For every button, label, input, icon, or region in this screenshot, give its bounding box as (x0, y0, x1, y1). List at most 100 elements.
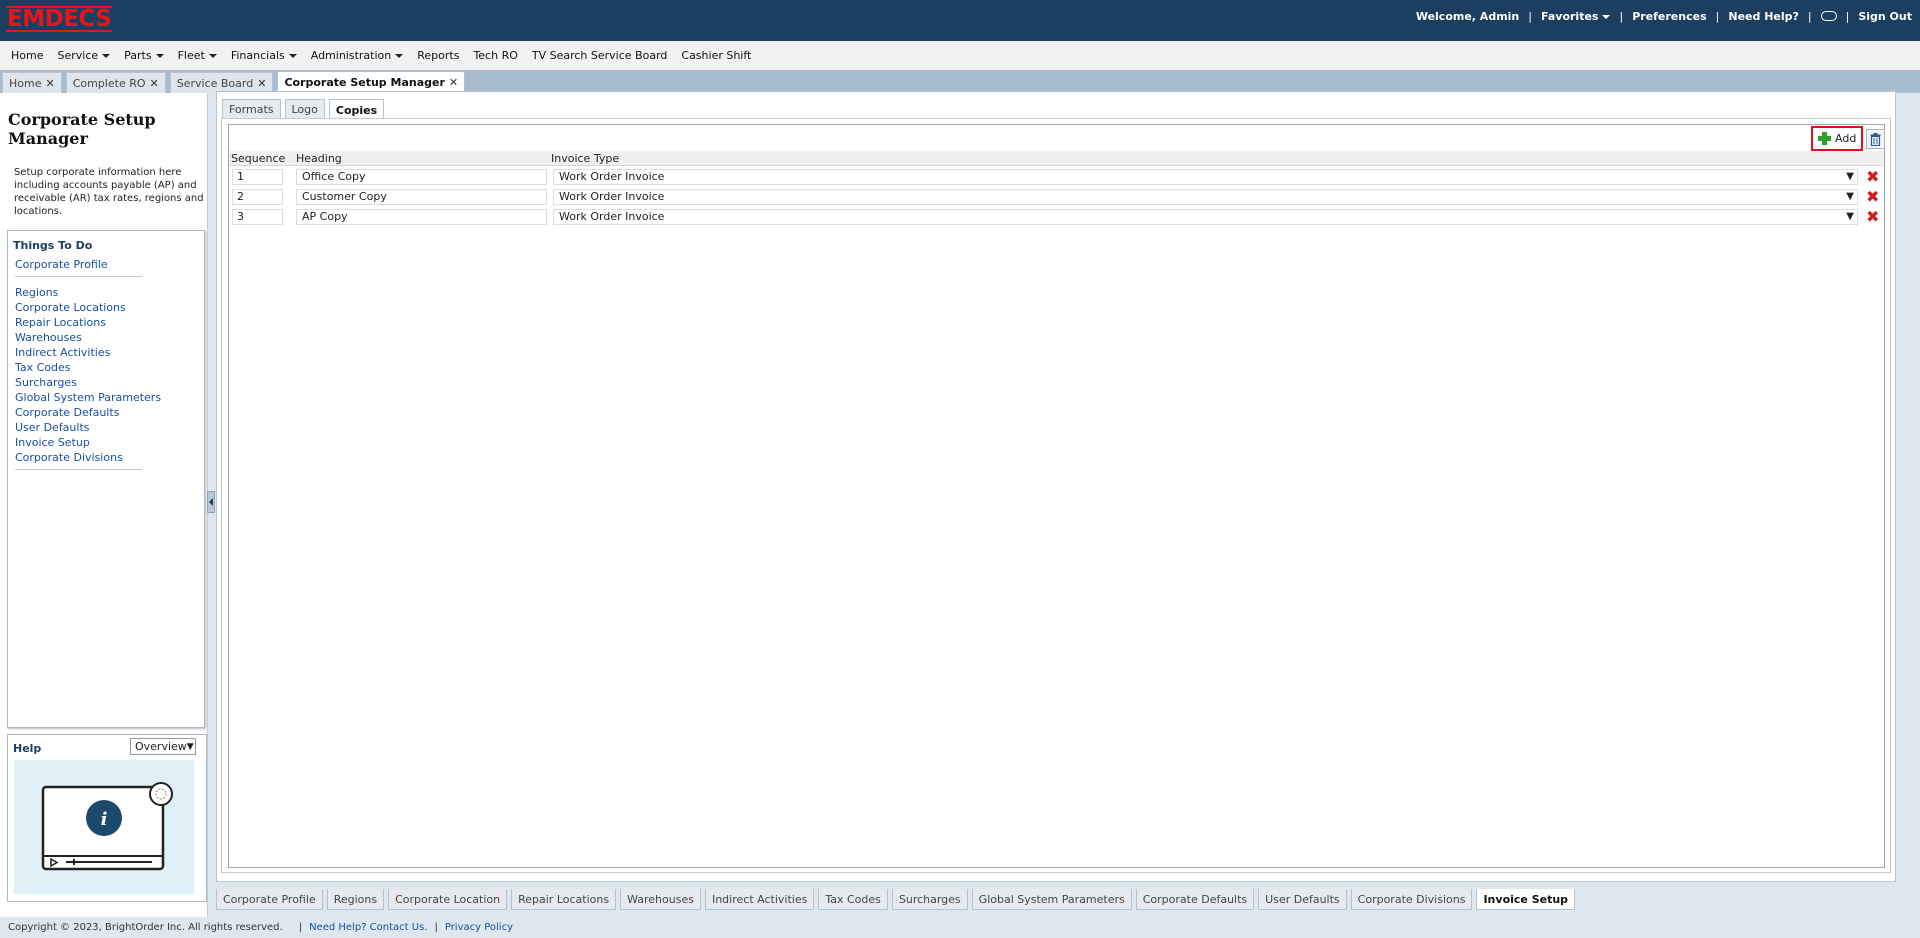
link-regions[interactable]: Regions (15, 285, 145, 300)
chevron-down-icon (288, 54, 297, 58)
bottom-tab-tax-codes[interactable]: Tax Codes (818, 889, 888, 910)
collapse-panel-handle[interactable] (207, 491, 215, 513)
column-header-invoice-type[interactable]: Invoice Type (551, 152, 619, 165)
copies-panel: Add Sequence Heading Invoice Type 1 Offi… (221, 118, 1891, 873)
tab-corporate-setup-manager[interactable]: Corporate Setup Manager ✕ (277, 71, 466, 93)
sign-out-link[interactable]: Sign Out (1858, 10, 1912, 23)
link-global-system-parameters[interactable]: Global System Parameters (15, 390, 161, 405)
bottom-tab-corporate-location[interactable]: Corporate Location (388, 889, 508, 910)
bottom-tab-user-defaults[interactable]: User Defaults (1258, 889, 1347, 910)
close-icon[interactable]: ✕ (449, 76, 458, 89)
chevron-down-icon (102, 54, 111, 58)
column-header-sequence[interactable]: Sequence (231, 152, 285, 165)
delete-row-icon[interactable]: ✖ (1866, 169, 1882, 185)
heading-input[interactable]: Customer Copy (296, 189, 547, 205)
bottom-tab-warehouses[interactable]: Warehouses (620, 889, 701, 910)
delete-row-icon[interactable]: ✖ (1866, 189, 1882, 205)
link-warehouses[interactable]: Warehouses (15, 330, 145, 345)
main-menu-bar: Home Service Parts Fleet Financials Admi… (0, 41, 1920, 70)
sequence-input[interactable]: 2 (232, 189, 283, 205)
menu-tech-ro[interactable]: Tech RO (466, 49, 524, 62)
menu-home[interactable]: Home (4, 49, 50, 62)
bottom-tab-indirect-activities[interactable]: Indirect Activities (704, 889, 815, 910)
need-help-link[interactable]: Need Help? (1728, 10, 1799, 23)
tab-logo[interactable]: Logo (284, 99, 325, 119)
separator: | (434, 922, 438, 933)
invoice-type-select[interactable]: Work Order Invoice ▼ (553, 169, 1858, 185)
link-invoice-setup[interactable]: Invoice Setup (15, 435, 145, 450)
tab-complete-ro[interactable]: Complete RO ✕ (65, 72, 166, 93)
link-indirect-activities[interactable]: Indirect Activities (15, 345, 145, 360)
menu-tv-search-service-board[interactable]: TV Search Service Board (525, 49, 675, 62)
bottom-tabs: Corporate Profile Regions Corporate Loca… (216, 889, 1579, 910)
heading-input[interactable]: Office Copy (296, 169, 547, 185)
chevron-down-icon (395, 54, 404, 58)
chevron-down-icon (1602, 14, 1611, 19)
chevron-down-icon: ▼ (1846, 211, 1854, 222)
favorites-label: Favorites (1540, 9, 1599, 23)
bottom-tab-corporate-divisions[interactable]: Corporate Divisions (1350, 889, 1473, 910)
help-topic-select[interactable]: Overview ▼ (130, 738, 196, 755)
link-repair-locations[interactable]: Repair Locations (15, 315, 145, 330)
separator: | (1807, 9, 1812, 23)
bottom-tab-corporate-defaults[interactable]: Corporate Defaults (1135, 889, 1255, 910)
bottom-tab-invoice-setup[interactable]: Invoice Setup (1476, 889, 1576, 910)
column-header-heading[interactable]: Heading (296, 152, 342, 165)
close-icon[interactable]: ✕ (257, 77, 266, 90)
link-corporate-profile[interactable]: Corporate Profile (15, 257, 145, 272)
trash-icon (1870, 132, 1881, 146)
bottom-tab-regions[interactable]: Regions (326, 889, 385, 910)
favorites-menu[interactable]: Favorites (1540, 9, 1611, 23)
delete-all-button[interactable] (1866, 129, 1885, 149)
sequence-input[interactable]: 1 (232, 169, 283, 185)
tab-home[interactable]: Home ✕ (2, 72, 62, 93)
bottom-tab-global-system-parameters[interactable]: Global System Parameters (971, 889, 1132, 910)
chat-icon[interactable] (1820, 11, 1837, 21)
separator: | (1619, 9, 1624, 23)
menu-financials[interactable]: Financials (224, 49, 304, 62)
tab-copies[interactable]: Copies (328, 99, 385, 120)
link-corporate-defaults[interactable]: Corporate Defaults (15, 405, 145, 420)
help-video-illustration[interactable]: i (14, 760, 194, 894)
close-icon[interactable]: ✕ (150, 77, 159, 90)
bottom-tab-corporate-profile[interactable]: Corporate Profile (216, 889, 323, 910)
link-user-defaults[interactable]: User Defaults (15, 420, 145, 435)
plus-icon (1818, 132, 1831, 145)
link-surcharges[interactable]: Surcharges (15, 375, 145, 390)
menu-label: Cashier Shift (681, 49, 752, 62)
delete-row-icon[interactable]: ✖ (1866, 209, 1882, 225)
tab-service-board[interactable]: Service Board ✕ (169, 72, 274, 93)
invoice-type-value: Work Order Invoice (559, 190, 665, 203)
contact-us-link[interactable]: Need Help? Contact Us. (309, 922, 427, 933)
invoice-type-value: Work Order Invoice (559, 210, 665, 223)
sub-tabs: Formats Logo Copies (222, 99, 388, 120)
preferences-link[interactable]: Preferences (1632, 10, 1706, 23)
bottom-tab-surcharges[interactable]: Surcharges (891, 889, 968, 910)
menu-reports[interactable]: Reports (410, 49, 466, 62)
add-label: Add (1835, 132, 1857, 145)
heading-input[interactable]: AP Copy (296, 209, 547, 225)
menu-service[interactable]: Service (50, 49, 117, 62)
things-to-do-list: Corporate Profile Regions Corporate Loca… (15, 257, 161, 478)
add-button[interactable]: Add (1811, 126, 1863, 151)
link-corporate-locations[interactable]: Corporate Locations (15, 300, 145, 315)
menu-cashier-shift[interactable]: Cashier Shift (674, 49, 758, 62)
separator: | (1845, 9, 1850, 23)
bottom-tab-repair-locations[interactable]: Repair Locations (511, 889, 617, 910)
tab-formats[interactable]: Formats (222, 99, 281, 119)
tab-label: Home (9, 76, 42, 90)
menu-fleet[interactable]: Fleet (171, 49, 224, 62)
close-icon[interactable]: ✕ (45, 77, 54, 90)
privacy-policy-link[interactable]: Privacy Policy (445, 922, 513, 933)
chevron-down-icon (208, 54, 217, 58)
link-corporate-divisions[interactable]: Corporate Divisions (15, 450, 145, 465)
menu-administration[interactable]: Administration (304, 49, 411, 62)
table-row: 3 AP Copy Work Order Invoice ▼ ✖ (229, 207, 1884, 227)
link-tax-codes[interactable]: Tax Codes (15, 360, 145, 375)
main-panel: Formats Logo Copies Add Sequence Heading… (216, 91, 1896, 882)
sequence-input[interactable]: 3 (232, 209, 283, 225)
emdecs-logo[interactable]: EMDECS (6, 6, 113, 32)
menu-parts[interactable]: Parts (117, 49, 170, 62)
invoice-type-select[interactable]: Work Order Invoice ▼ (553, 189, 1858, 205)
invoice-type-select[interactable]: Work Order Invoice ▼ (553, 209, 1858, 225)
